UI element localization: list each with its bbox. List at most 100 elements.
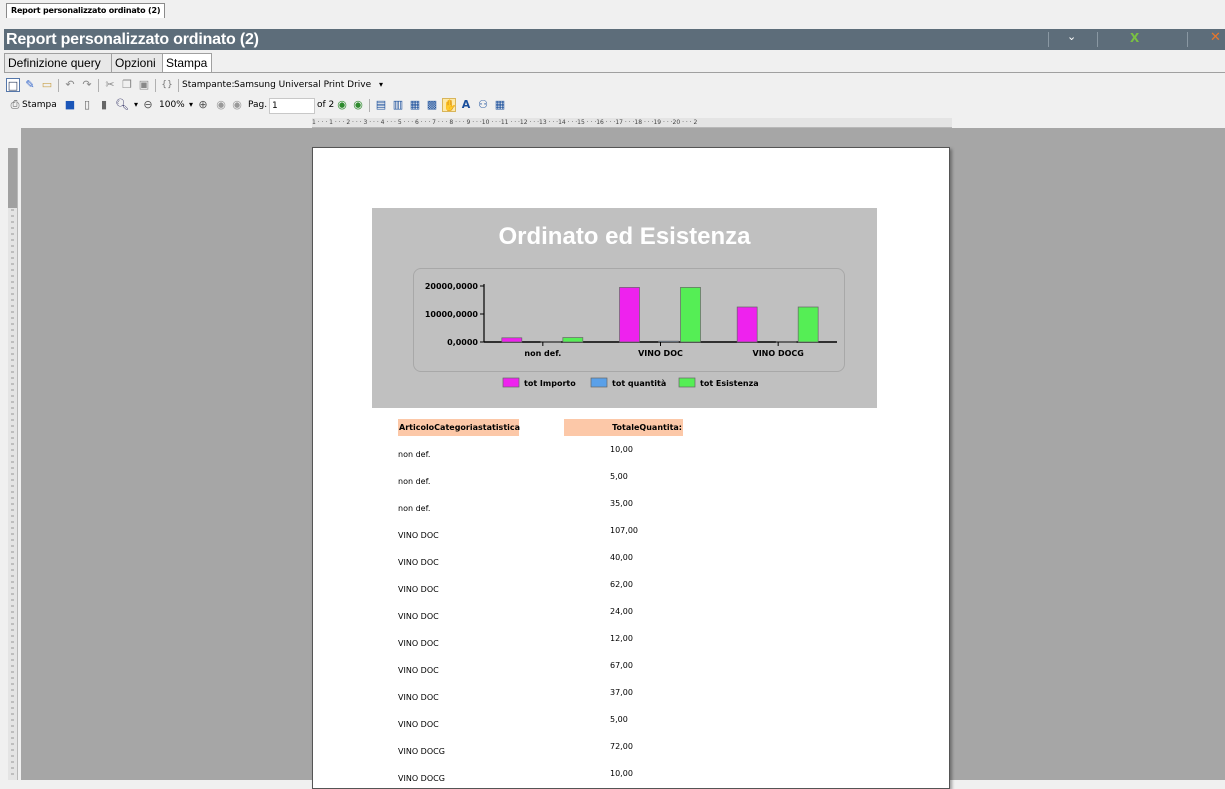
- excel-icon[interactable]: X: [1130, 31, 1139, 45]
- report-page: Ordinato ed Esistenza 20000,0000 10000,00…: [312, 147, 950, 789]
- properties-icon[interactable]: {}: [160, 78, 174, 92]
- cut-icon[interactable]: ✂: [103, 78, 117, 92]
- close-icon[interactable]: ✕: [1210, 30, 1221, 45]
- page-label: Pag.: [248, 100, 268, 110]
- single-page-icon[interactable]: ▤: [374, 98, 388, 112]
- table-cell-categoria: VINO DOC: [398, 693, 439, 702]
- page-width-icon[interactable]: ▥: [391, 98, 405, 112]
- copy-icon[interactable]: ❐: [120, 78, 134, 92]
- bar-0-2: [736, 306, 758, 343]
- toolbar-edit: □ ✎ ▭ ↶ ↷ ✂ ❐ ▣ {} Stampante: Samsung Un…: [4, 76, 404, 96]
- hand-tool-icon[interactable]: ✋: [442, 98, 457, 112]
- table-cell-categoria: VINO DOC: [398, 666, 439, 675]
- bar-2-0: [562, 337, 584, 343]
- zoom-out-icon[interactable]: ⊖: [141, 98, 155, 112]
- toolbar-separator: [98, 79, 99, 92]
- toolbar-print: ⎙ Stampa ■ ▯ ▮ 🔍︎ ▾ ⊖ 100% ▾ ⊕ ◉ ◉ Pag. …: [4, 96, 564, 116]
- zoom-field[interactable]: 100%: [157, 98, 185, 112]
- legend-label: tot Esistenza: [700, 379, 759, 388]
- chevron-down-icon[interactable]: ⌄: [1067, 30, 1076, 43]
- zoom-icon[interactable]: 🔍︎: [115, 98, 129, 112]
- save-icon[interactable]: ■: [63, 98, 77, 112]
- bar-2-2: [797, 306, 819, 343]
- x-tick-label: VINO DOCG: [753, 349, 804, 358]
- redo-icon[interactable]: ↷: [80, 78, 94, 92]
- table-cell-quantita: 10,00: [610, 769, 633, 778]
- chevron-down-icon[interactable]: ▾: [374, 78, 388, 92]
- bar-1-0: [540, 341, 562, 343]
- table-cell-categoria: non def.: [398, 450, 431, 459]
- table-cell-categoria: non def.: [398, 504, 431, 513]
- bar-2-1: [680, 287, 701, 343]
- tab-stampa[interactable]: Stampa: [162, 53, 212, 73]
- page-field[interactable]: 1: [269, 98, 315, 114]
- document-tab-strip: Report personalizzato ordinato (2): [0, 0, 1225, 18]
- page-setup-icon[interactable]: ▯: [80, 98, 94, 112]
- table-cell-categoria: VINO DOCG: [398, 774, 445, 783]
- table-cell-categoria: VINO DOC: [398, 531, 439, 540]
- table-cell-quantita: 5,00: [610, 472, 628, 481]
- bar-0-0: [501, 337, 523, 343]
- undo-icon[interactable]: ↶: [63, 78, 77, 92]
- multiple-pages-icon[interactable]: ▩: [425, 98, 439, 112]
- tab-divider: [4, 72, 1225, 73]
- title-separator: [1097, 32, 1098, 47]
- x-tick-label: VINO DOC: [638, 349, 683, 358]
- table-cell-categoria: VINO DOCG: [398, 747, 445, 756]
- next-page-icon[interactable]: ◉: [335, 98, 349, 112]
- export-icon[interactable]: ▮: [97, 98, 111, 112]
- text-select-icon[interactable]: A: [459, 98, 473, 112]
- toolbar-separator: [155, 79, 156, 92]
- window-title: Report personalizzato ordinato (2): [6, 31, 259, 48]
- table-cell-quantita: 35,00: [610, 499, 633, 508]
- table-cell-quantita: 10,00: [610, 445, 633, 454]
- title-separator: [1187, 32, 1188, 47]
- table-cell-quantita: 24,00: [610, 607, 633, 616]
- legend-swatch: [590, 377, 608, 388]
- document-tab[interactable]: Report personalizzato ordinato (2): [6, 3, 166, 18]
- printer-icon[interactable]: ⎙: [8, 98, 22, 112]
- table-cell-categoria: non def.: [398, 477, 431, 486]
- table-cell-quantita: 5,00: [610, 715, 628, 724]
- bar-chart: 20000,0000 10000,0000 0,0000 non def. VINO D…: [425, 282, 837, 388]
- table-cell-quantita: 40,00: [610, 553, 633, 562]
- table-cell-categoria: VINO DOC: [398, 558, 439, 567]
- ruler-margin: [8, 148, 17, 208]
- toolbar-separator: [178, 79, 179, 92]
- preview-icon[interactable]: □: [6, 78, 20, 92]
- toolbar-separator: [58, 79, 59, 92]
- table-cell-categoria: VINO DOC: [398, 720, 439, 729]
- vertical-ruler-ticks: [8, 148, 17, 775]
- table-cell-quantita: 12,00: [610, 634, 633, 643]
- tab-opzioni[interactable]: Opzioni: [111, 53, 167, 73]
- vertical-ruler: [8, 148, 18, 780]
- open-folder-icon[interactable]: ▭: [40, 78, 54, 92]
- bar-1-1: [658, 340, 679, 343]
- table-cell-categoria: VINO DOC: [398, 639, 439, 648]
- edit-icon[interactable]: ✎: [23, 78, 37, 92]
- y-tick-label: 10000,0000: [425, 310, 479, 319]
- zoom-in-icon[interactable]: ⊕: [196, 98, 210, 112]
- first-page-icon[interactable]: ◉: [214, 98, 228, 112]
- horizontal-ruler: 1 · · · 1 · · · 2 · · · 3 · · · 4 · · · …: [312, 118, 952, 128]
- two-pages-icon[interactable]: ▦: [408, 98, 422, 112]
- last-page-icon[interactable]: ◉: [351, 98, 365, 112]
- previous-page-icon[interactable]: ◉: [230, 98, 244, 112]
- bar-1-2: [775, 341, 797, 343]
- column-header-quantita: TotaleQuantita:: [564, 419, 683, 436]
- tab-definizione-query[interactable]: Definizione query: [4, 53, 113, 73]
- toolbar-separator: [369, 99, 370, 112]
- print-button[interactable]: Stampa: [22, 99, 57, 111]
- thumbnails-icon[interactable]: ▦: [493, 98, 507, 112]
- table-cell-categoria: VINO DOC: [398, 585, 439, 594]
- table-cell-quantita: 37,00: [610, 688, 633, 697]
- legend-swatch: [678, 377, 696, 388]
- bar-0-1: [619, 287, 640, 343]
- legend-swatch: [502, 377, 520, 388]
- chart-panel: Ordinato ed Esistenza 20000,0000 10000,00…: [372, 208, 877, 408]
- find-icon[interactable]: ⚇: [476, 98, 490, 112]
- printer-select[interactable]: Samsung Universal Print Drive: [232, 78, 372, 92]
- table-cell-quantita: 107,00: [610, 526, 638, 535]
- paste-icon[interactable]: ▣: [137, 78, 151, 92]
- y-tick-label: 20000,0000: [425, 282, 479, 291]
